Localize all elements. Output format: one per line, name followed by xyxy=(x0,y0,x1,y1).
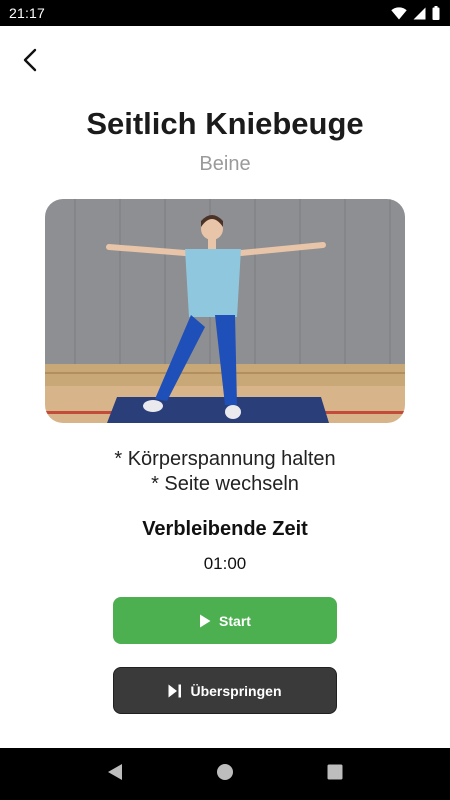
signal-icon xyxy=(413,7,426,20)
play-icon xyxy=(199,614,211,628)
battery-icon xyxy=(432,6,440,20)
skip-next-icon xyxy=(168,684,182,698)
home-circle-icon xyxy=(216,763,234,786)
nav-home-button[interactable] xyxy=(205,754,245,794)
status-time: 21:17 xyxy=(9,5,46,21)
skip-button-label: Überspringen xyxy=(190,682,282,699)
recents-square-icon xyxy=(327,764,343,785)
status-bar: 21:17 xyxy=(0,0,450,26)
remaining-time-value: 01:00 xyxy=(203,554,247,573)
exercise-category: Beine xyxy=(199,153,251,175)
status-icons xyxy=(391,6,440,20)
wifi-icon xyxy=(391,6,407,20)
exercise-instructions: * Körperspannung halten * Seite wechseln xyxy=(0,447,450,497)
back-button[interactable] xyxy=(14,46,46,78)
nav-recents-button[interactable] xyxy=(315,754,355,794)
start-button-label: Start xyxy=(219,612,251,629)
remaining-time-label: Verbleibende Zeit xyxy=(142,518,308,540)
exercise-image xyxy=(45,199,405,423)
back-triangle-icon xyxy=(107,763,123,786)
instruction-line: * Körperspannung halten xyxy=(114,448,336,470)
system-nav-bar xyxy=(0,748,450,800)
exercise-title: Seitlich Kniebeuge xyxy=(86,106,364,141)
nav-back-button[interactable] xyxy=(95,754,135,794)
skip-button[interactable]: Überspringen xyxy=(113,667,337,714)
instruction-line: * Seite wechseln xyxy=(151,473,299,495)
start-button[interactable]: Start xyxy=(113,597,337,644)
chevron-left-icon xyxy=(22,48,38,77)
